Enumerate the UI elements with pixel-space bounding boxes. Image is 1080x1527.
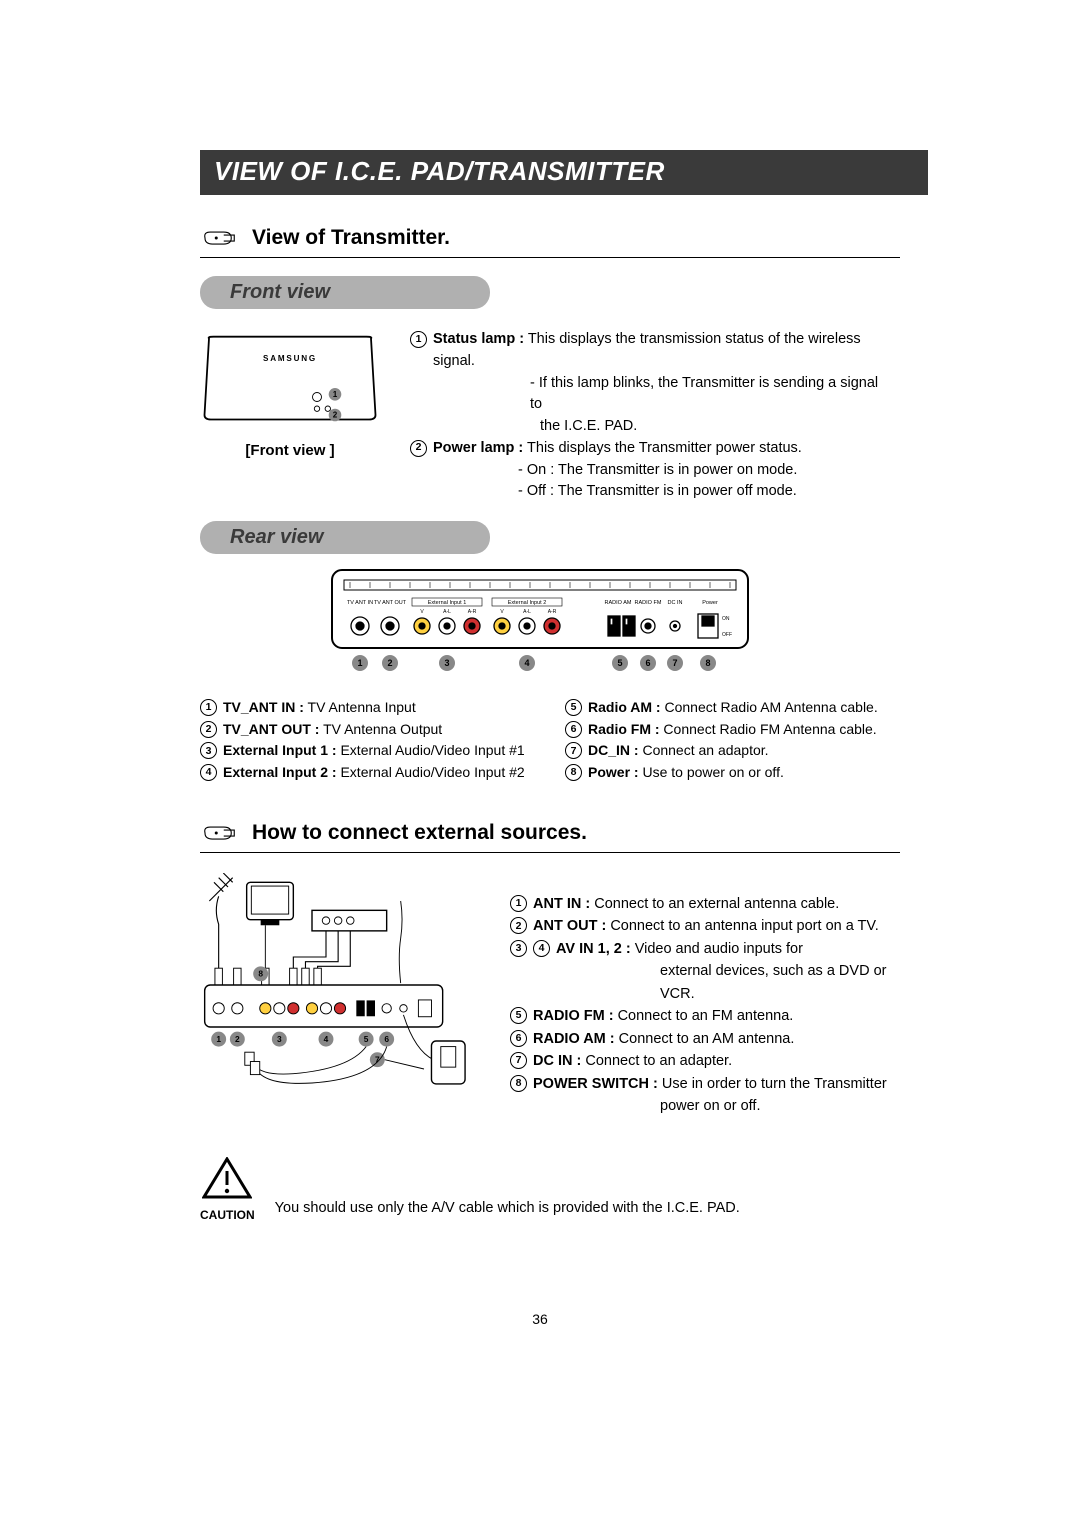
- svg-text:3: 3: [277, 1034, 282, 1044]
- svg-text:2: 2: [387, 658, 392, 668]
- front-view-block: SAMSUNG 1 2 [Front view ] 1Status lamp :…: [200, 329, 890, 503]
- section-title: View of Transmitter.: [252, 226, 450, 250]
- front-device-column: SAMSUNG 1 2 [Front view ]: [200, 329, 380, 459]
- svg-text:TV ANT IN: TV ANT IN: [347, 600, 373, 606]
- svg-text:RADIO AM: RADIO AM: [605, 600, 632, 606]
- svg-text:Power: Power: [702, 600, 718, 606]
- svg-text:1: 1: [357, 658, 362, 668]
- divider: [200, 852, 900, 853]
- svg-text:8: 8: [705, 658, 710, 668]
- svg-text:1: 1: [333, 390, 338, 399]
- page-title-bar: VIEW OF I.C.E. PAD/TRANSMITTER: [200, 150, 928, 195]
- svg-text:TV ANT OUT: TV ANT OUT: [374, 600, 407, 606]
- connect-block: 1 2 3 4 5 6 8 7 1ANT IN : Connect to an …: [200, 873, 890, 1118]
- section-header-transmitter: View of Transmitter.: [200, 223, 890, 253]
- front-caption: [Front view ]: [200, 442, 380, 459]
- svg-text:A-R: A-R: [548, 609, 557, 615]
- svg-text:6: 6: [384, 1034, 389, 1044]
- svg-text:SAMSUNG: SAMSUNG: [263, 354, 317, 363]
- warning-triangle-icon: [202, 1157, 252, 1201]
- svg-text:RADIO FM: RADIO FM: [635, 600, 662, 606]
- svg-text:External Input 2: External Input 2: [508, 600, 547, 606]
- manual-page: VIEW OF I.C.E. PAD/TRANSMITTER View of T…: [0, 0, 1080, 1527]
- pointing-hand-icon: [200, 223, 240, 253]
- transmitter-front-diagram: SAMSUNG 1 2: [200, 329, 380, 429]
- svg-text:2: 2: [235, 1034, 240, 1044]
- svg-text:4: 4: [524, 658, 529, 668]
- svg-text:OFF: OFF: [722, 632, 732, 638]
- svg-text:8: 8: [258, 968, 263, 978]
- svg-text:External Input 1: External Input 1: [428, 600, 467, 606]
- svg-text:5: 5: [364, 1034, 369, 1044]
- svg-text:1: 1: [216, 1034, 221, 1044]
- caution-icon-column: CAUTION: [200, 1157, 255, 1222]
- connect-description: 1ANT IN : Connect to an external antenna…: [510, 873, 890, 1118]
- connection-diagram: 1 2 3 4 5 6 8 7: [200, 873, 480, 1097]
- page-number: 36: [0, 1311, 1080, 1327]
- svg-text:4: 4: [324, 1034, 329, 1044]
- svg-text:A-L: A-L: [443, 609, 451, 615]
- svg-text:2: 2: [333, 411, 338, 420]
- svg-text:3: 3: [444, 658, 449, 668]
- front-view-pill: Front view: [200, 276, 490, 309]
- caution-label: CAUTION: [200, 1208, 255, 1222]
- pointing-hand-icon: [200, 818, 240, 848]
- svg-text:6: 6: [645, 658, 650, 668]
- caution-block: CAUTION You should use only the A/V cabl…: [200, 1157, 890, 1222]
- section-header-connect: How to connect external sources.: [200, 818, 890, 848]
- rear-description: 1TV_ANT IN : TV Antenna Input 2TV_ANT OU…: [200, 697, 890, 784]
- svg-text:DC IN: DC IN: [668, 600, 683, 606]
- svg-text:7: 7: [672, 658, 677, 668]
- section-title: How to connect external sources.: [252, 821, 587, 845]
- front-description: 1Status lamp : This displays the transmi…: [410, 329, 890, 503]
- svg-text:ON: ON: [722, 616, 730, 622]
- svg-text:A-R: A-R: [468, 609, 477, 615]
- transmitter-rear-diagram: TV ANT IN TV ANT OUT External Input 1 Ex…: [330, 568, 750, 678]
- caution-text: You should use only the A/V cable which …: [275, 1200, 740, 1222]
- svg-text:A-L: A-L: [523, 609, 531, 615]
- svg-text:5: 5: [617, 658, 622, 668]
- divider: [200, 257, 900, 258]
- rear-view-pill: Rear view: [200, 521, 490, 554]
